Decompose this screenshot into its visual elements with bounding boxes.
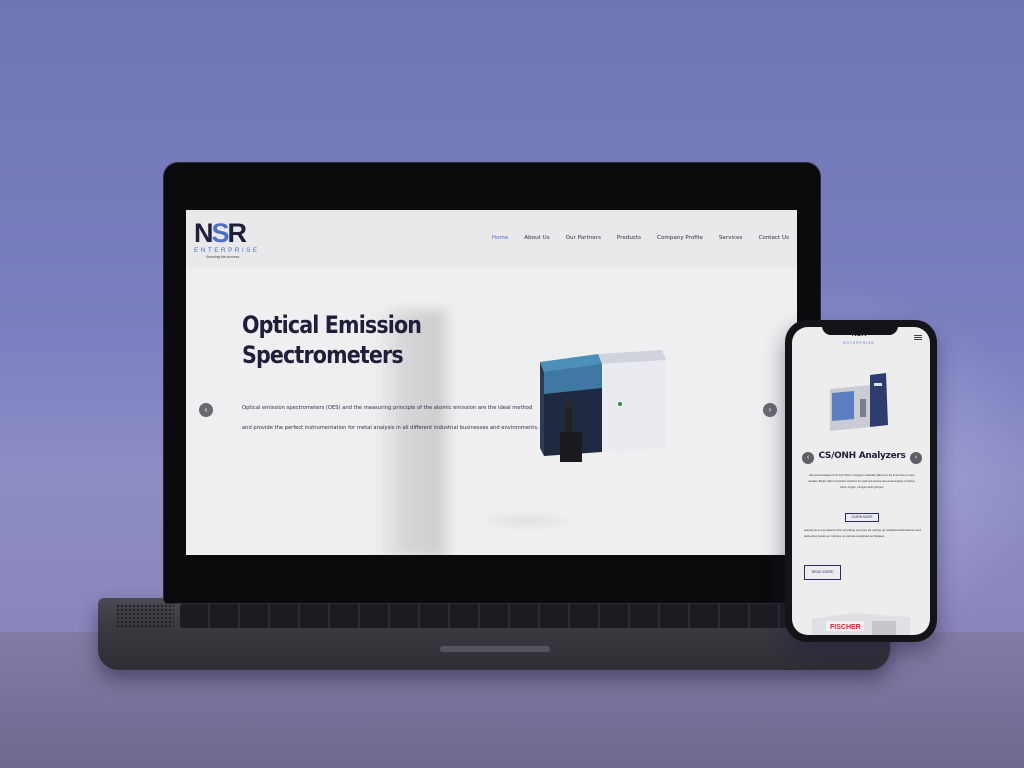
screen-reflection xyxy=(476,510,576,532)
chevron-right-icon[interactable]: › xyxy=(763,403,777,417)
logo-letter: S xyxy=(211,218,230,248)
nav-home[interactable]: Home xyxy=(492,235,509,241)
hero-title: Optical Emission Spectrometers xyxy=(242,311,422,369)
phone-slide-description: Elemental analysis of CS and ONH in inor… xyxy=(808,474,916,489)
booth-label: FISCHER xyxy=(830,624,861,631)
main-nav: Home About Us Our Partners Products Comp… xyxy=(492,235,789,241)
hero-description: Optical emission spectrometers (OES) and… xyxy=(242,398,562,438)
nav-about-us[interactable]: About Us xyxy=(524,235,549,241)
nav-contact-us[interactable]: Contact Us xyxy=(758,235,789,241)
laptop-screen: NSR ENTERPRISE Securing the success Home… xyxy=(186,210,797,555)
laptop-trackpad xyxy=(440,646,550,652)
hero-description-line: Optical emission spectrometers (OES) and… xyxy=(242,405,533,411)
phone-about-text: started as a consultancy firm providing … xyxy=(804,528,921,538)
chevron-left-icon[interactable]: ‹ xyxy=(199,403,213,417)
site-logo[interactable]: NSR ENTERPRISE Securing the success xyxy=(194,220,270,264)
hero-description-line: and provide the perfect instrumentation … xyxy=(242,425,539,431)
nav-our-partners[interactable]: Our Partners xyxy=(566,235,601,241)
logo-subtitle: ENTERPRISE xyxy=(194,247,260,254)
phone-logo-subtitle: ENTERPRISE xyxy=(843,341,875,345)
logo-letter: R xyxy=(227,218,247,248)
nav-services[interactable]: Services xyxy=(719,235,743,241)
analyzer-image xyxy=(830,373,888,431)
chevron-right-icon[interactable]: › xyxy=(910,452,922,464)
laptop-speaker-left xyxy=(116,604,174,628)
chevron-left-icon[interactable]: ‹ xyxy=(802,452,814,464)
nav-company-profile[interactable]: Company Profile xyxy=(657,235,703,241)
booth-image: FISCHER xyxy=(812,613,910,635)
phone-screen: NSR ENTERPRISE ‹ CS/ONH Analyzers › Elem… xyxy=(792,327,930,635)
phone-notch xyxy=(822,323,898,335)
hamburger-menu-icon[interactable] xyxy=(914,335,922,340)
phone-slide-title: CS/ONH Analyzers xyxy=(818,451,906,461)
logo-tagline: Securing the success xyxy=(206,255,240,259)
laptop-keyboard xyxy=(180,604,808,628)
spectrometer-image xyxy=(540,350,666,462)
learn-more-button[interactable]: LEARN MORE xyxy=(845,513,879,522)
nav-products[interactable]: Products xyxy=(617,235,641,241)
logo-letter: N xyxy=(194,218,213,248)
read-more-button[interactable]: READ MORE xyxy=(804,565,841,580)
site-header: NSR ENTERPRISE Securing the success Home… xyxy=(186,210,797,268)
